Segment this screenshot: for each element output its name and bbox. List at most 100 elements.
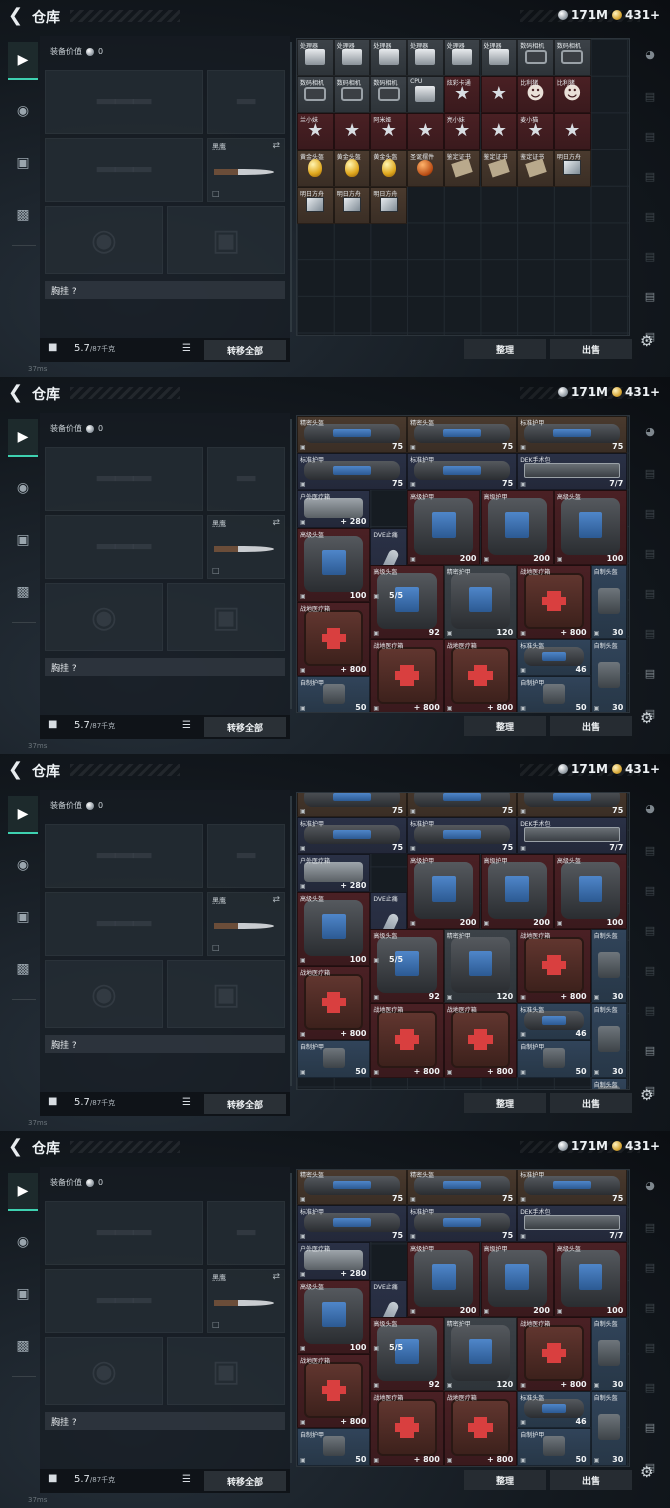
swap-icon[interactable]: ⇄ — [272, 141, 280, 151]
armor-slot[interactable]: ▣ — [167, 1337, 285, 1405]
storage-item[interactable]: 高级头盔 ▣ 92 — [370, 564, 444, 640]
storage-item[interactable]: 黄金头盔 — [370, 150, 408, 187]
storage-item[interactable]: 数码相机 — [517, 39, 554, 76]
storage-item[interactable]: 明日方舟 — [370, 187, 408, 224]
gear-scrollbar[interactable] — [290, 42, 292, 332]
storage-item[interactable]: 标准护甲 ▣ 75 — [517, 793, 628, 818]
storage-item[interactable]: 高级头盔 ▣ 100 — [297, 891, 371, 966]
nav-armor[interactable]: ◉ — [8, 1223, 38, 1261]
gold-currency[interactable]: 431+ — [612, 385, 660, 399]
secondary-weapon-slot[interactable]: ━━━ — [45, 892, 203, 956]
storage-item[interactable]: 精密头盔 ▣ 75 — [407, 1170, 518, 1206]
list-icon[interactable]: ☰ — [182, 720, 191, 731]
storage-item[interactable]: 精密头盔 ▣ 75 — [407, 416, 518, 454]
pistol-slot[interactable]: ━ — [207, 1201, 285, 1265]
storage-item[interactable]: 高级头盔 ▣ 100 — [553, 854, 628, 929]
sort-button[interactable]: 整理 — [464, 1470, 546, 1490]
nav-armor[interactable]: ◉ — [8, 846, 38, 884]
storage-item[interactable]: 精密护甲 ▣ 120 — [443, 928, 518, 1004]
storage-item[interactable]: 数码相机 — [333, 76, 371, 113]
storage-tab-5[interactable]: ▤ — [638, 1335, 662, 1359]
storage-item[interactable]: 高级护甲 ▣ 200 — [407, 854, 481, 929]
storage-item[interactable]: 处理器 — [443, 39, 481, 76]
gold-currency[interactable]: 431+ — [612, 8, 660, 22]
storage-item[interactable]: 阿米娅 ★ — [370, 113, 408, 150]
storage-tab-7[interactable]: ▤ — [638, 661, 662, 685]
nav-chest[interactable]: ▩ — [8, 950, 38, 988]
storage-item[interactable]: CPU — [407, 76, 444, 113]
primary-weapon-slot[interactable]: ━━━ — [45, 824, 203, 888]
storage-item[interactable]: 户外医疗箱 ▣ + 280 — [297, 854, 371, 892]
storage-item[interactable]: 黄金头盔 — [333, 150, 371, 187]
armor-slot[interactable]: ▣ — [167, 960, 285, 1028]
storage-item[interactable]: 精密头盔 ▣ 75 — [407, 793, 518, 818]
storage-item[interactable]: 处理器 — [370, 39, 408, 76]
storage-item[interactable]: ★ — [553, 113, 591, 150]
storage-item[interactable]: 高级护甲 ▣ 200 — [480, 1242, 554, 1317]
storage-item[interactable]: ★ — [333, 113, 371, 150]
storage-item[interactable]: 自制头盔 ▣ 30 — [590, 1077, 628, 1089]
nav-backpack[interactable]: ▣ — [8, 521, 38, 559]
nav-chest[interactable]: ▩ — [8, 1327, 38, 1365]
helmet-slot[interactable]: ◉ — [45, 206, 163, 274]
chest-rig-slot[interactable]: 胸挂 ? — [45, 1035, 285, 1053]
nav-armor[interactable]: ◉ — [8, 469, 38, 507]
sell-button[interactable]: 出售 — [550, 1470, 632, 1490]
storage-item[interactable]: 比利猪 ☻ — [553, 76, 591, 113]
storage-tab-1[interactable]: ◕ — [638, 796, 662, 820]
storage-item[interactable]: 自制护甲 ▣ 50 — [517, 1040, 591, 1078]
storage-tab-7[interactable]: ▤ — [638, 1038, 662, 1062]
chest-rig-slot[interactable]: 胸挂 ? — [45, 1412, 285, 1430]
storage-item[interactable]: DEK手术包 ▣ 7/7 — [517, 1205, 628, 1243]
settings-gear-icon[interactable]: ⚙ — [640, 709, 653, 727]
nav-weapons[interactable]: ▶ — [8, 419, 38, 457]
storage-tab-5[interactable]: ▤ — [638, 958, 662, 982]
gold-currency[interactable]: 431+ — [612, 762, 660, 776]
storage-item[interactable]: 标准护甲 ▣ 75 — [407, 817, 518, 855]
storage-item[interactable]: 标准护甲 ▣ 75 — [297, 453, 408, 491]
back-arrow-icon[interactable]: ❮ — [8, 383, 26, 403]
storage-tab-7[interactable]: ▤ — [638, 284, 662, 308]
storage-tab-1[interactable]: ◕ — [638, 419, 662, 443]
swap-icon[interactable]: ⇄ — [272, 1272, 280, 1282]
primary-weapon-slot[interactable]: ━━━ — [45, 447, 203, 511]
storage-tab-4[interactable]: ▤ — [638, 1295, 662, 1319]
storage-item[interactable]: 高级头盔 ▣ 92 — [370, 1316, 444, 1392]
storage-item[interactable]: 精密护甲 ▣ 120 — [443, 1316, 518, 1392]
transfer-all-button[interactable]: 转移全部 — [204, 1471, 286, 1491]
list-icon[interactable]: ☰ — [182, 343, 191, 354]
back-arrow-icon[interactable]: ❮ — [8, 6, 26, 26]
storage-tab-6[interactable]: ▤ — [638, 621, 662, 645]
chest-rig-slot[interactable]: 胸挂 ? — [45, 658, 285, 676]
nav-armor[interactable]: ◉ — [8, 92, 38, 130]
storage-item[interactable]: DEK手术包 ▣ 7/7 — [517, 817, 628, 855]
storage-item[interactable]: ★ — [407, 113, 444, 150]
sort-button[interactable]: 整理 — [464, 716, 546, 736]
storage-item[interactable]: 战地医疗箱 ▣ + 800 — [517, 564, 591, 640]
secondary-weapon-slot[interactable]: ━━━ — [45, 138, 203, 202]
settings-gear-icon[interactable]: ⚙ — [640, 1086, 653, 1104]
storage-item[interactable]: ★ — [480, 76, 518, 113]
storage-item[interactable]: 圣诞摆件 — [407, 150, 444, 187]
swap-icon[interactable]: ⇄ — [272, 895, 280, 905]
storage-item[interactable]: 自制头盔 ▣ 30 — [590, 564, 628, 640]
storage-tab-4[interactable]: ▤ — [638, 918, 662, 942]
storage-item[interactable]: 高级头盔 ▣ 100 — [553, 490, 628, 565]
nav-backpack[interactable]: ▣ — [8, 898, 38, 936]
storage-tab-6[interactable]: ▤ — [638, 1375, 662, 1399]
nav-weapons[interactable]: ▶ — [8, 796, 38, 834]
lock-icon[interactable]: ■ — [48, 719, 57, 730]
storage-item[interactable]: 高级护甲 ▣ 200 — [480, 490, 554, 565]
storage-item[interactable]: 自制护甲 ▣ 50 — [297, 1040, 371, 1078]
storage-item[interactable]: 明日方舟 — [333, 187, 371, 224]
chest-rig-slot[interactable]: 胸挂 ? — [45, 281, 285, 299]
storage-item[interactable]: 户外医疗箱 ▣ + 280 — [297, 1242, 371, 1280]
transfer-all-button[interactable]: 转移全部 — [204, 717, 286, 737]
nav-chest[interactable]: ▩ — [8, 573, 38, 611]
helmet-slot[interactable]: ◉ — [45, 1337, 163, 1405]
gear-scrollbar[interactable] — [290, 1173, 292, 1463]
storage-item[interactable]: 高级头盔 ▣ 100 — [297, 527, 371, 602]
storage-item[interactable]: 鉴定证书 — [480, 150, 518, 187]
sell-button[interactable]: 出售 — [550, 716, 632, 736]
sell-button[interactable]: 出售 — [550, 339, 632, 359]
